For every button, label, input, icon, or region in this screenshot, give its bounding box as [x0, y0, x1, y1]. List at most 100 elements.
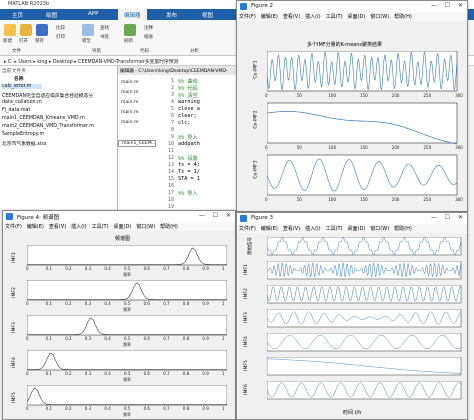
menu-help[interactable]: 帮助(H) — [394, 226, 412, 232]
menu-edit[interactable]: 编辑(E) — [27, 224, 44, 230]
menu-desktop[interactable]: 桌面(D) — [114, 224, 132, 230]
editor-tab-active[interactable]: main1_CEEM... — [118, 140, 156, 147]
editor-tab[interactable]: main.m — [118, 100, 156, 105]
bookmark-button[interactable]: 书签 — [100, 34, 109, 40]
imf-axes — [267, 237, 462, 256]
menu-window[interactable]: 窗口(W) — [370, 14, 389, 20]
menu-view[interactable]: 查看(V) — [283, 226, 300, 232]
menu-help[interactable]: 帮助(H) — [160, 224, 178, 230]
name-column-header[interactable]: 名称 — [14, 75, 24, 82]
menu-tools[interactable]: 工具(T) — [326, 14, 343, 20]
compare-button[interactable]: 比较 — [56, 25, 65, 31]
x-tick-label: 250 — [423, 197, 432, 202]
code-line[interactable]: %% 曲线 — [178, 78, 198, 85]
comment-button[interactable]: 注释 — [144, 25, 153, 31]
file-item[interactable]: main2_CEEMDAN_VMD_Transformer.m — [2, 124, 94, 129]
imf-axes — [267, 261, 462, 280]
menu-desktop[interactable]: 桌面(D) — [348, 14, 366, 20]
code-line[interactable]: warning — [178, 99, 200, 105]
menu-edit[interactable]: 编辑(E) — [261, 226, 278, 232]
print-button[interactable]: 打印 — [56, 34, 65, 40]
menu-insert[interactable]: 插入(I) — [305, 226, 320, 232]
file-item[interactable]: SampleEntropy.m — [2, 132, 44, 137]
menu-help[interactable]: 帮助(H) — [394, 14, 412, 20]
code-line[interactable]: %% 清空 — [178, 92, 198, 99]
group-navigate: 导航 — [92, 49, 101, 54]
code-line[interactable]: STA = 1 — [178, 176, 200, 182]
minimize-icon[interactable]: — — [199, 212, 205, 219]
code-line[interactable]: close a — [178, 106, 200, 112]
save-icon[interactable] — [36, 24, 48, 36]
editor-tab[interactable]: main.m — [118, 120, 156, 125]
figure2-window: Figure 2 — ☐ ✕ 文件(F) 编辑(E) 查看(V) 插入(I) 工具(T)… — [236, 0, 468, 212]
code-line[interactable]: %% 设置 — [178, 155, 198, 162]
menu-desktop[interactable]: 桌面(D) — [348, 226, 366, 232]
x-tick-label: 0.2 — [65, 336, 72, 341]
tab-editor[interactable]: 编辑器 — [118, 9, 147, 20]
new-icon[interactable] — [4, 24, 16, 36]
goto-icon[interactable] — [82, 24, 94, 36]
x-tick-label: 300 — [455, 197, 463, 202]
maximize-icon[interactable]: ☐ — [445, 214, 450, 221]
x-tick-label: 0 — [26, 336, 29, 341]
menu-insert[interactable]: 插入(I) — [305, 14, 320, 20]
menu-window[interactable]: 窗口(W) — [370, 226, 389, 232]
menu-file[interactable]: 文件(F) — [239, 14, 256, 20]
figure4-ylabel: IMF5 — [11, 392, 17, 403]
figure3-ylabel: IMF2 — [243, 288, 249, 299]
tab-publish[interactable]: 发布 — [160, 9, 183, 20]
indent-button[interactable]: 缩进 — [144, 34, 153, 40]
menu-view[interactable]: 查看(V) — [49, 224, 66, 230]
tab-apps[interactable]: APP — [82, 9, 104, 20]
file-item[interactable]: CEEMDAN完全自适应噪声集合经验模态分 — [2, 92, 93, 99]
menu-insert[interactable]: 插入(I) — [71, 224, 86, 230]
menu-file[interactable]: 文件(F) — [239, 226, 256, 232]
x-tick-label: 0.5 — [124, 371, 131, 376]
editor-tab[interactable]: main.m — [118, 90, 156, 95]
tab-home[interactable]: 主页 — [6, 9, 29, 20]
file-item[interactable]: data_collation.m — [2, 100, 42, 105]
file-item[interactable]: 北京市气象数据.xlsx — [2, 140, 47, 147]
x-tick-label: 200 — [391, 93, 400, 98]
close-icon[interactable]: ✕ — [226, 212, 231, 219]
editor-tab[interactable]: main.m — [118, 80, 156, 85]
file-item[interactable]: main1_CEEMDAN_Kmeans_VMD.m — [2, 116, 85, 121]
close-icon[interactable]: ✕ — [458, 2, 463, 9]
line-number: 10 — [167, 141, 174, 147]
menu-view[interactable]: 查看(V) — [283, 14, 300, 20]
x-tick-label: 0.9 — [202, 266, 209, 271]
code-line[interactable]: Ts = 1/ — [178, 169, 200, 175]
file-item[interactable]: Fj_data.mat — [2, 108, 30, 113]
code-line[interactable]: addpath — [178, 141, 200, 147]
code-line[interactable]: clc; — [178, 120, 191, 126]
maximize-icon[interactable]: ☐ — [445, 2, 450, 9]
code-line[interactable]: %% 代码 — [178, 85, 198, 92]
minimize-icon[interactable]: — — [431, 214, 437, 221]
figure4-ylabel: IMF1 — [11, 252, 17, 263]
menu-file[interactable]: 文件(F) — [5, 224, 22, 230]
x-tick-label: 0 — [26, 406, 29, 411]
menu-window[interactable]: 窗口(W) — [136, 224, 155, 230]
menu-edit[interactable]: 编辑(E) — [261, 14, 278, 20]
minimize-icon[interactable]: — — [431, 2, 437, 9]
menu-tools[interactable]: 工具(T) — [326, 226, 343, 232]
tab-plots[interactable]: 绘图 — [40, 9, 63, 20]
tab-view[interactable]: 视图 — [196, 9, 219, 20]
open-icon[interactable] — [20, 24, 32, 36]
editor-path: 编辑器 - C:\Users\king\Desktop\CEEMDAN-VMD- — [118, 66, 238, 75]
refresh-icon[interactable] — [124, 24, 136, 36]
figure3-menu: 文件(F) 编辑(E) 查看(V) 插入(I) 工具(T) 桌面(D) 窗口(W) 帮助(H) — [237, 224, 467, 233]
code-line[interactable]: %% 导入 — [178, 134, 198, 141]
code-line[interactable]: %% 导入 — [178, 190, 198, 197]
maximize-icon[interactable]: ☐ — [213, 212, 218, 219]
find-button[interactable]: 查找 — [100, 25, 109, 31]
file-item[interactable]: calc_error.m — [2, 84, 42, 89]
line-number: 9 — [170, 134, 174, 140]
x-tick-label: 0 — [26, 371, 29, 376]
editor-tab[interactable]: main.m — [118, 110, 156, 115]
x-tick-label: 1 — [222, 266, 225, 271]
menu-tools[interactable]: 工具(T) — [92, 224, 109, 230]
code-line[interactable]: clear; — [178, 113, 197, 119]
close-icon[interactable]: ✕ — [458, 214, 463, 221]
code-line[interactable]: fs = 4; — [178, 162, 200, 168]
